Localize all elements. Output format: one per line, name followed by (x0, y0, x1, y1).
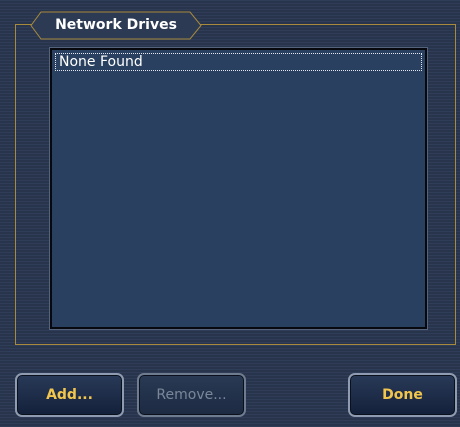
done-button[interactable]: Done (348, 373, 457, 417)
group-title: Network Drives (55, 17, 177, 33)
add-button[interactable]: Add... (15, 373, 124, 417)
list-item[interactable]: None Found (55, 53, 422, 71)
network-drives-dialog: { "group": { "title": "Network Drives" }… (0, 0, 460, 427)
network-drives-group-tab: Network Drives (30, 11, 202, 40)
network-drives-list[interactable]: None Found (50, 48, 427, 329)
remove-button[interactable]: Remove... (137, 373, 246, 417)
